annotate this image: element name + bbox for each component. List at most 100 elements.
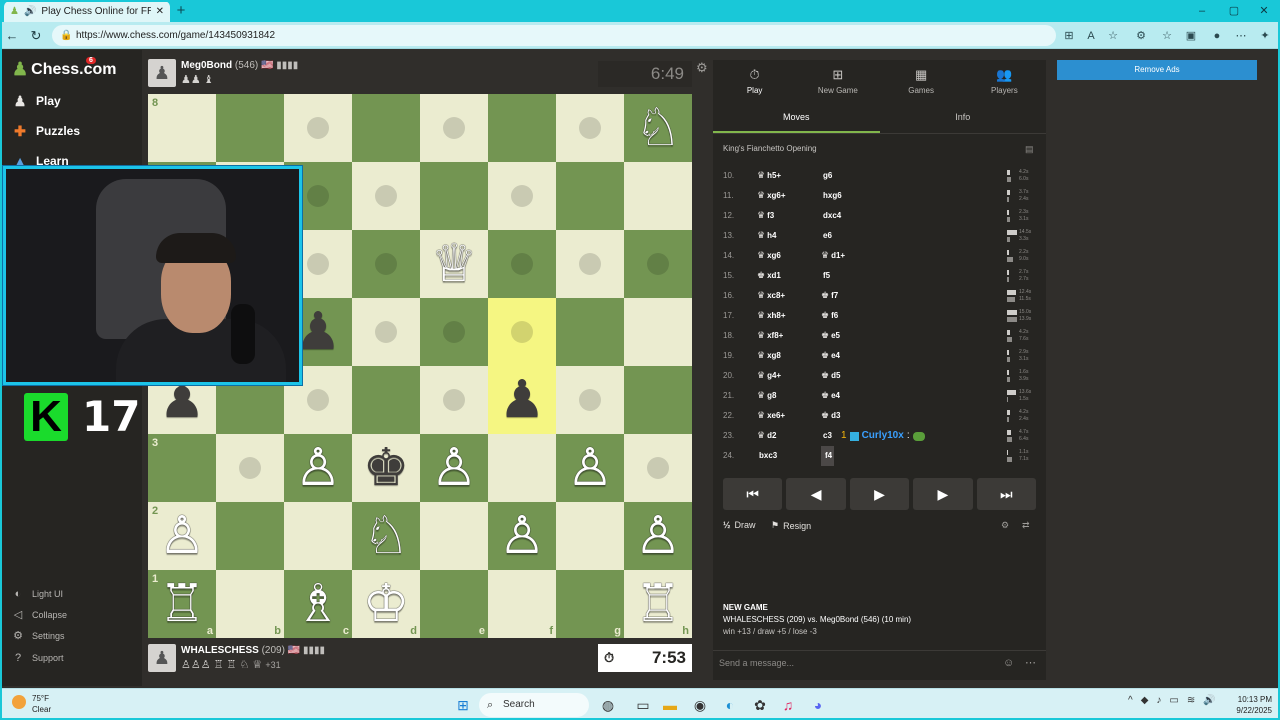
legal-move-dot[interactable] [307, 185, 329, 207]
square-d1[interactable]: d ♔ [352, 570, 420, 638]
tray-app-icon[interactable]: ◆ [1141, 695, 1149, 706]
square-g2[interactable] [556, 502, 624, 570]
square-d5[interactable] [352, 298, 420, 366]
close-window-button[interactable]: ✕ [1252, 3, 1276, 19]
volume-icon[interactable]: 🔊 [1203, 695, 1215, 706]
square-g1[interactable]: g [556, 570, 624, 638]
legal-move-dot[interactable] [511, 185, 533, 207]
sidebar-support[interactable]: ? Support [12, 649, 64, 667]
square-h6[interactable] [624, 230, 692, 298]
emoji-icon[interactable]: ☺ [1003, 651, 1014, 675]
black-move[interactable]: ♚ e5 [821, 326, 840, 346]
music-icon[interactable]: ♫ [778, 695, 798, 715]
white-pawn-icon[interactable]: ♙ [431, 442, 478, 494]
white-move[interactable]: ♛ xh8+ [757, 306, 786, 326]
square-f1[interactable]: f [488, 570, 556, 638]
favorite-star-icon[interactable]: ☆ [1106, 29, 1120, 43]
extensions-icon[interactable]: ⚙ [1134, 29, 1148, 43]
black-move[interactable]: f4 [821, 446, 835, 466]
square-d3[interactable]: ♚ [352, 434, 420, 502]
mic-icon[interactable]: ♪ [1156, 695, 1161, 706]
black-move[interactable]: dxc4 [821, 206, 841, 226]
chat-input[interactable]: Send a message... ☺ ⋯ [713, 650, 1046, 674]
steam-icon[interactable]: ◉ [690, 695, 710, 715]
square-a8[interactable]: 8 [148, 94, 216, 162]
square-b1[interactable]: b [216, 570, 284, 638]
white-pawn-icon[interactable]: ♙ [567, 442, 614, 494]
white-move[interactable]: ♛ h5+ [757, 166, 781, 186]
square-e4[interactable] [420, 366, 488, 434]
draw-button[interactable]: ½ Draw [723, 520, 756, 530]
white-move[interactable]: ♛ g4+ [757, 366, 781, 386]
square-f5[interactable] [488, 298, 556, 366]
white-move[interactable]: bxc3 [757, 446, 777, 466]
resign-button[interactable]: ⚑ Resign [771, 520, 811, 531]
legal-move-dot[interactable] [511, 253, 533, 275]
legal-move-dot[interactable] [647, 253, 669, 275]
legal-move-dot[interactable] [307, 389, 329, 411]
last-move-button[interactable]: ⏭ [976, 478, 1037, 510]
tab-games[interactable]: ▦ Games [880, 60, 963, 100]
sidebar-collapse[interactable]: ◁ Collapse [12, 606, 67, 624]
legal-move-dot[interactable] [579, 253, 601, 275]
black-move[interactable]: e6 [821, 226, 832, 246]
widgets-icon[interactable]: ◍ [598, 695, 618, 715]
square-f2[interactable]: ♙ [488, 502, 556, 570]
url-field[interactable]: 🔒 https://www.chess.com/game/14345093184… [52, 25, 1056, 46]
square-d6[interactable] [352, 230, 420, 298]
more-options-icon[interactable]: ⋯ [1025, 651, 1036, 675]
browser-tab[interactable]: ♟ 🔊 Play Chess Online for FREE - ✕ [4, 1, 170, 22]
square-d4[interactable] [352, 366, 420, 434]
square-e6[interactable]: ♕ [420, 230, 488, 298]
square-h5[interactable] [624, 298, 692, 366]
square-c2[interactable] [284, 502, 352, 570]
book-icon[interactable]: ▤ [1025, 144, 1034, 155]
clock-widget[interactable]: 10:13 PM 9/22/2025 [1224, 694, 1272, 716]
square-e3[interactable]: ♙ [420, 434, 488, 502]
back-icon[interactable]: ← [4, 28, 20, 44]
weather-widget[interactable]: 75°F Clear [12, 693, 51, 715]
white-knight-icon[interactable]: ♘ [363, 510, 410, 562]
square-b2[interactable] [216, 502, 284, 570]
black-move[interactable]: ♚ f6 [821, 306, 838, 326]
square-f8[interactable] [488, 94, 556, 162]
square-g6[interactable] [556, 230, 624, 298]
legal-move-dot[interactable] [579, 389, 601, 411]
white-move[interactable]: ♛ d2 [757, 426, 776, 446]
legal-move-dot[interactable] [307, 253, 329, 275]
legal-move-dot[interactable] [443, 321, 465, 343]
legal-move-dot[interactable] [443, 389, 465, 411]
display-icon[interactable]: ▭ [1169, 695, 1178, 706]
black-move[interactable]: hxg6 [821, 186, 842, 206]
player-name[interactable]: WHALESCHESS (209) 🇺🇸 ▮▮▮▮ [181, 645, 325, 656]
legal-move-dot[interactable] [375, 321, 397, 343]
wifi-icon[interactable]: ≋ [1187, 695, 1195, 706]
flip-board-icon[interactable]: ⇄ [1022, 520, 1030, 531]
maximize-button[interactable]: ▢ [1222, 3, 1246, 19]
black-move[interactable]: f5 [821, 266, 830, 286]
white-king-icon[interactable]: ♔ [363, 578, 410, 630]
black-move[interactable]: ♚ f7 [821, 286, 838, 306]
app-icon[interactable]: ✿ [750, 695, 770, 715]
minimize-button[interactable]: – [1190, 3, 1214, 19]
square-g8[interactable] [556, 94, 624, 162]
white-move[interactable]: ♛ xc8+ [757, 286, 785, 306]
legal-move-dot[interactable] [647, 457, 669, 479]
white-pawn-icon[interactable]: ♙ [295, 442, 342, 494]
square-f6[interactable] [488, 230, 556, 298]
white-move[interactable]: ♛ xf8+ [757, 326, 783, 346]
board-settings-icon[interactable]: ⚙ [696, 60, 708, 76]
legal-move-dot[interactable] [307, 117, 329, 139]
square-c1[interactable]: c ♗ [284, 570, 352, 638]
square-c3[interactable]: ♙ [284, 434, 352, 502]
white-move[interactable]: ♛ f3 [757, 206, 774, 226]
square-c8[interactable] [284, 94, 352, 162]
square-e2[interactable] [420, 502, 488, 570]
white-move[interactable]: ♚ xd1 [757, 266, 781, 286]
remove-ads-button[interactable]: Remove Ads [1057, 60, 1257, 80]
square-g4[interactable] [556, 366, 624, 434]
square-e1[interactable]: e [420, 570, 488, 638]
square-b8[interactable] [216, 94, 284, 162]
white-pawn-icon[interactable]: ♙ [499, 510, 546, 562]
square-e7[interactable] [420, 162, 488, 230]
